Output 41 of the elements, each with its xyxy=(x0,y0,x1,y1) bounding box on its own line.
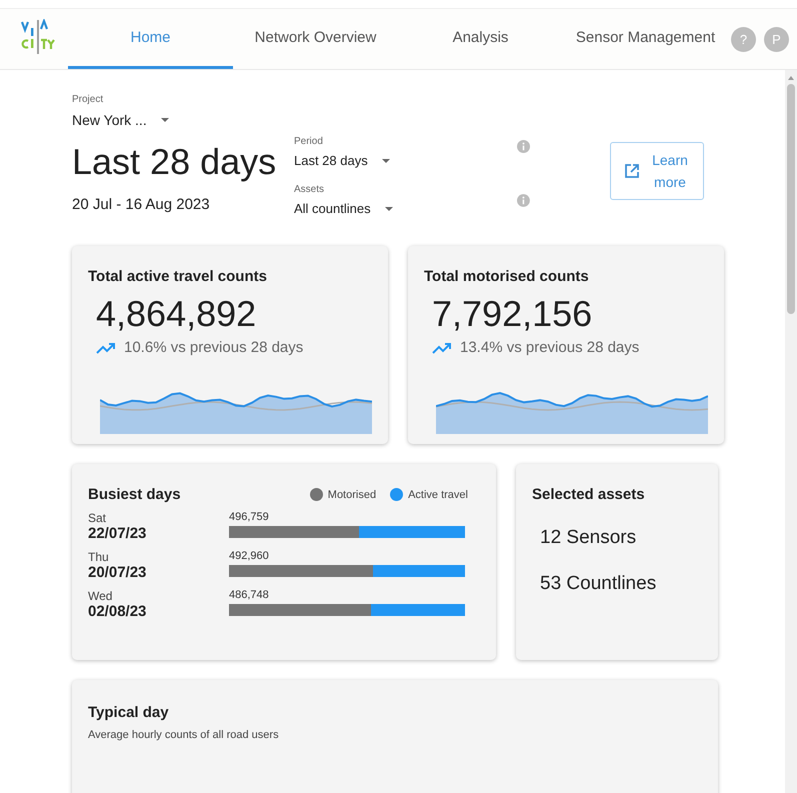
logo-icon xyxy=(20,19,56,55)
date-label: 22/07/23 xyxy=(88,525,148,542)
assets-dropdown[interactable]: All countlines xyxy=(294,201,393,216)
stat-value: 4,864,892 xyxy=(96,293,258,335)
period-dropdown[interactable]: Last 28 days xyxy=(294,153,390,168)
info-icon xyxy=(517,140,530,153)
card-subtitle: Average hourly counts of all road users xyxy=(88,729,280,741)
day-total: 492,960 xyxy=(229,550,270,562)
asset-count: 12 Sensors xyxy=(540,527,638,549)
card-title: Selected assets xyxy=(532,486,646,503)
weekday-label: Wed xyxy=(88,589,114,603)
legend-label: Active travel xyxy=(408,488,468,500)
nav-tab[interactable]: Sensor Management xyxy=(563,9,728,69)
scrollbar[interactable] xyxy=(785,70,797,793)
stat-value: 7,792,156 xyxy=(432,293,594,335)
day-total: 486,748 xyxy=(229,589,270,601)
page-title: Last 28 days xyxy=(72,140,276,184)
asset-count: 53 Countlines xyxy=(540,573,658,595)
field-label: Period xyxy=(294,136,324,147)
change-text: 13.4% vs previous 28 days xyxy=(460,339,640,356)
legend-label: Motorised xyxy=(328,488,376,500)
trend-up-icon xyxy=(96,342,116,354)
weekday-label: Sat xyxy=(88,511,108,525)
date-label: 02/08/23 xyxy=(88,603,148,620)
field-label: Project xyxy=(72,94,104,105)
card-title: Typical day xyxy=(88,704,170,721)
field-label: Assets xyxy=(294,184,326,195)
date-label: 20/07/23 xyxy=(88,564,148,581)
nav-tab[interactable]: Network Overview xyxy=(233,9,398,69)
date-range: 20 Jul - 16 Aug 2023 xyxy=(72,196,211,213)
info-icon xyxy=(517,194,530,207)
day-total: 496,759 xyxy=(229,511,270,523)
trend-up-icon xyxy=(432,342,452,354)
card-title: Busiest days xyxy=(88,486,181,503)
nav-tab[interactable]: Analysis xyxy=(398,9,563,69)
change-text: 10.6% vs previous 28 days xyxy=(124,339,304,356)
weekday-label: Thu xyxy=(88,550,110,564)
project-dropdown[interactable]: New York ... xyxy=(72,112,718,128)
card-title: Total motorised counts xyxy=(424,268,590,285)
external-link-icon xyxy=(624,163,640,179)
card-title: Total active travel counts xyxy=(88,268,268,285)
